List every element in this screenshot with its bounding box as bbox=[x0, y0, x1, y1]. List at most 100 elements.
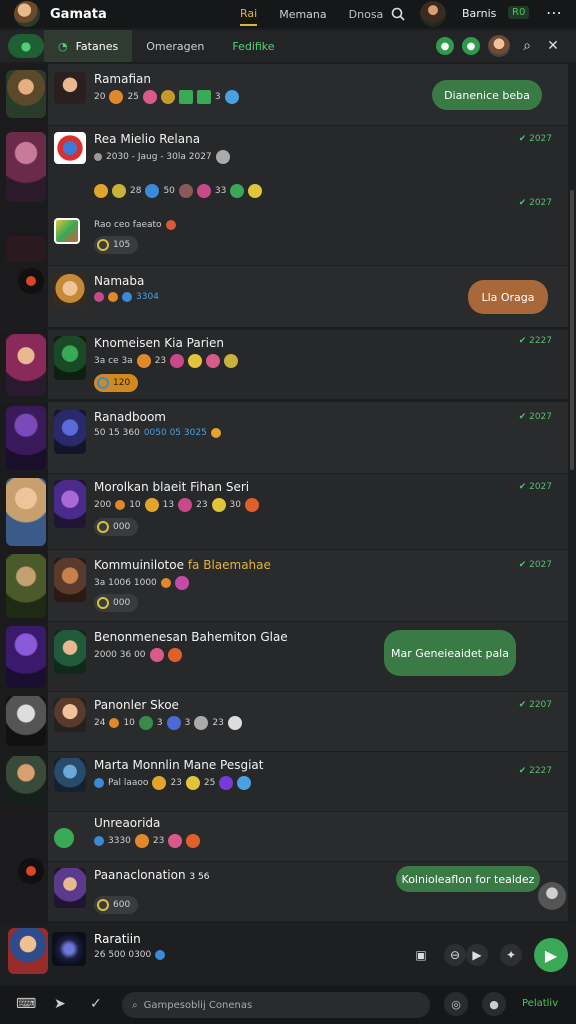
side-portrait bbox=[6, 334, 46, 396]
list-item[interactable]: Benonmenesan Bahemiton Glae 2000 36 00 M… bbox=[0, 622, 576, 692]
row-stats: 2000 36 00 bbox=[94, 648, 182, 662]
side-portrait bbox=[8, 928, 48, 974]
status-dot-icon[interactable]: ● bbox=[436, 37, 454, 55]
toggle-chip[interactable]: ● bbox=[8, 34, 44, 58]
forward-icon[interactable]: ➤ bbox=[54, 996, 66, 1012]
list-item[interactable]: Ramafian 20 25 3 Dianenice beba bbox=[0, 64, 576, 126]
top-bar: Gamata Rai Memana Dnosa Barnis R0 ⋯ bbox=[0, 0, 576, 28]
row-title: Morolkan blaeit Fihan Seri bbox=[94, 480, 250, 494]
nav-tab-1[interactable]: Rai bbox=[240, 3, 258, 26]
side-portrait bbox=[6, 70, 46, 118]
list-item[interactable]: Ranadboom 50 15 360 0050 05 3025 2027 bbox=[0, 402, 576, 474]
more-icon[interactable]: ⋯ bbox=[546, 3, 562, 22]
row-stats: 2030 - Jaug - 30la 2027 bbox=[94, 150, 230, 164]
row-stats: 3330 23 bbox=[94, 834, 201, 848]
camera-icon[interactable]: ◎ bbox=[444, 992, 468, 1016]
send-button[interactable]: ▶ bbox=[534, 938, 568, 972]
list-item[interactable]: Unreaorida 3330 23 bbox=[0, 812, 576, 862]
top-nav: Rai Memana Dnosa bbox=[240, 0, 383, 28]
status-badge: R0 bbox=[508, 6, 530, 19]
thumbnail bbox=[54, 72, 86, 104]
filter-tab-2[interactable]: Omeragen bbox=[132, 30, 218, 62]
list-item[interactable]: Rea Mielio Relana 2030 - Jaug - 30la 202… bbox=[0, 126, 576, 266]
thumbnail bbox=[54, 132, 86, 164]
row-title: Rea Mielio Relana bbox=[94, 132, 201, 146]
mic-icon[interactable]: ● bbox=[482, 992, 506, 1016]
message-bubble[interactable]: Dianenice beba bbox=[432, 80, 542, 110]
timestamp: 2027 bbox=[519, 134, 552, 144]
thumbnail bbox=[52, 932, 86, 966]
status-tag: 000 bbox=[94, 518, 139, 536]
list-item[interactable]: Knomeisen Kia Parien 3a ce 3a 23 120 222… bbox=[0, 330, 576, 400]
row-title: Namaba bbox=[94, 274, 145, 288]
keyboard-icon[interactable]: ⌨ bbox=[16, 996, 36, 1012]
message-bubble[interactable]: Lla Oraga bbox=[468, 280, 548, 314]
row-stats: 50 15 360 0050 05 3025 bbox=[94, 428, 221, 438]
online-dot-icon[interactable]: ● bbox=[462, 37, 480, 55]
status-tag: 105 bbox=[94, 236, 139, 254]
timestamp: 2227 bbox=[519, 766, 552, 776]
timestamp: 2207 bbox=[519, 700, 552, 710]
app-avatar[interactable] bbox=[14, 1, 40, 27]
thumbnail bbox=[54, 336, 86, 380]
close-icon[interactable]: ✕ bbox=[544, 38, 562, 54]
status-tag: 000 bbox=[94, 594, 139, 612]
row-stats: 3a 1006 1000 bbox=[94, 576, 189, 590]
scrollbar[interactable] bbox=[570, 190, 574, 470]
icon-row: 28 50 33 bbox=[94, 184, 263, 198]
image-icon[interactable]: ▣ bbox=[410, 944, 432, 966]
attach-icon[interactable]: ✦ bbox=[500, 944, 522, 966]
check-icon[interactable]: ✓ bbox=[90, 996, 102, 1012]
side-portrait bbox=[6, 696, 46, 746]
message-input[interactable]: ⌕ Gampesoblij Conenas bbox=[122, 992, 430, 1018]
search-icon: ⌕ bbox=[132, 999, 138, 1011]
list-item[interactable]: Paanaclonation 3 56 600 Kolnioleaflon fo… bbox=[0, 858, 576, 922]
bottom-bar: ⌨ ➤ ✓ ⌕ Gampesoblij Conenas ◎ ● Pelatliv bbox=[0, 986, 576, 1024]
row-title: Panonler Skoe bbox=[94, 698, 179, 712]
side-portrait bbox=[6, 554, 46, 618]
profile-avatar[interactable] bbox=[420, 1, 446, 27]
row-stats: Pal laaoo 23 25 bbox=[94, 776, 252, 790]
message-input-placeholder: Gampesoblij Conenas bbox=[143, 999, 253, 1011]
row-stats: 200 10 13 23 30 bbox=[94, 498, 259, 512]
nav-tab-3[interactable]: Dnosa bbox=[349, 4, 384, 25]
thumbnail bbox=[54, 410, 86, 454]
composer: Raratiin 26 500 0300 ▣ ⊖ ▶ ✦ ▶ bbox=[0, 924, 576, 984]
play-icon[interactable]: ▶ bbox=[466, 944, 488, 966]
row-title: Ranadboom bbox=[94, 410, 166, 424]
message-bubble[interactable]: Mar Geneieaidet pala bbox=[384, 630, 516, 676]
list-item[interactable]: Namaba 3304 Lla Oraga bbox=[0, 266, 576, 328]
action-link[interactable]: Pelatliv bbox=[522, 998, 558, 1009]
list-item[interactable]: Marta Monnlin Mane Pesgiat Pal laaoo 23 … bbox=[0, 752, 576, 812]
timestamp: 2227 bbox=[519, 336, 552, 346]
row-title: Paanaclonation 3 56 bbox=[94, 868, 210, 882]
filter-tab-label: Fatanes bbox=[75, 39, 119, 53]
emoji-icon[interactable]: ⊖ bbox=[444, 944, 466, 966]
online-dot-icon bbox=[54, 828, 74, 848]
filter-tab-3[interactable]: Fedifike bbox=[218, 30, 288, 62]
nav-tab-2[interactable]: Memana bbox=[279, 4, 326, 25]
app-title: Gamata bbox=[50, 6, 107, 22]
row-stats: 24 10 3 3 23 bbox=[94, 716, 242, 730]
thumbnail bbox=[54, 274, 86, 306]
thumbnail bbox=[54, 698, 86, 732]
thumbnail bbox=[54, 558, 86, 602]
message-bubble[interactable]: Kolnioleaflon for tealdez bbox=[396, 866, 540, 892]
list-item[interactable]: Panonler Skoe 24 10 3 3 23 2207 bbox=[0, 692, 576, 752]
user-avatar[interactable] bbox=[488, 35, 510, 57]
list-item[interactable]: Morolkan blaeit Fihan Seri 200 10 13 23 … bbox=[0, 474, 576, 550]
thumbnail bbox=[54, 630, 86, 674]
row-title: Unreaorida bbox=[94, 816, 161, 830]
search-icon[interactable] bbox=[388, 4, 408, 24]
filter-tab-1[interactable]: ◔ Fatanes bbox=[44, 30, 133, 62]
search-icon[interactable]: ⌕ bbox=[518, 38, 536, 54]
side-thumb bbox=[6, 236, 46, 262]
list-item[interactable]: Kommuinilotoe fa Blaemahae 3a 1006 1000 … bbox=[0, 550, 576, 622]
row-title: Marta Monnlin Mane Pesgiat bbox=[94, 758, 264, 772]
clock-icon: ◔ bbox=[58, 39, 68, 53]
status-tag: 600 bbox=[94, 896, 139, 914]
chat-list: Ramafian 20 25 3 Dianenice beba Rea Miel… bbox=[0, 64, 576, 922]
composer-title: Raratiin bbox=[94, 932, 141, 946]
composer-stats: 26 500 0300 bbox=[94, 950, 166, 960]
reply-avatar[interactable] bbox=[538, 882, 566, 910]
